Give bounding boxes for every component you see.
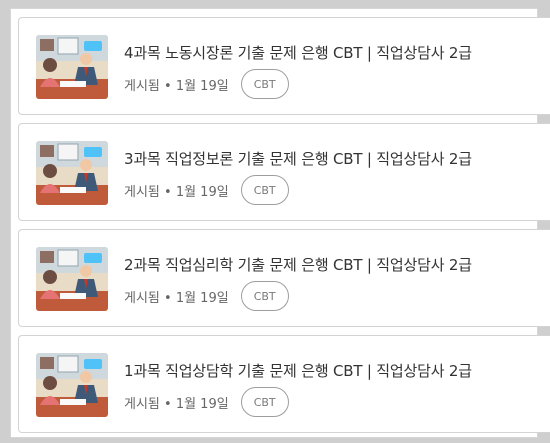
post-title[interactable]: 2과목 직업심리학 기출 문제 은행 CBT | 직업상담사 2급 [124,254,472,275]
post-date: 게시됨 • 1월 19일 [124,78,229,94]
post-card[interactable]: 1과목 직업상담학 기출 문제 은행 CBT | 직업상담사 2급 게시됨 • … [18,335,550,433]
post-thumbnail[interactable] [36,247,108,311]
post-label-chip[interactable]: CBT [240,387,289,417]
post-label-chip[interactable]: CBT [240,281,289,311]
post-title[interactable]: 1과목 직업상담학 기출 문제 은행 CBT | 직업상담사 2급 [124,360,472,381]
post-meta: 게시됨 • 1월 19일 CBT [124,174,289,206]
post-meta: 게시됨 • 1월 19일 CBT [124,386,289,418]
post-thumbnail[interactable] [36,353,108,417]
post-title[interactable]: 3과목 직업정보론 기출 문제 은행 CBT | 직업상담사 2급 [124,148,472,169]
post-meta: 게시됨 • 1월 19일 CBT [124,68,289,100]
post-card[interactable]: 4과목 노동시장론 기출 문제 은행 CBT | 직업상담사 2급 게시됨 • … [18,17,550,115]
post-thumbnail[interactable] [36,35,108,99]
post-card[interactable]: 2과목 직업심리학 기출 문제 은행 CBT | 직업상담사 2급 게시됨 • … [18,229,550,327]
post-date: 게시됨 • 1월 19일 [124,396,229,412]
post-label-chip[interactable]: CBT [240,69,289,99]
post-date: 게시됨 • 1월 19일 [124,184,229,200]
post-title[interactable]: 4과목 노동시장론 기출 문제 은행 CBT | 직업상담사 2급 [124,42,472,63]
post-meta: 게시됨 • 1월 19일 CBT [124,280,289,312]
post-list: 4과목 노동시장론 기출 문제 은행 CBT | 직업상담사 2급 게시됨 • … [18,17,550,441]
post-card[interactable]: 3과목 직업정보론 기출 문제 은행 CBT | 직업상담사 2급 게시됨 • … [18,123,550,221]
post-thumbnail[interactable] [36,141,108,205]
post-date: 게시됨 • 1월 19일 [124,290,229,306]
post-label-chip[interactable]: CBT [240,175,289,205]
